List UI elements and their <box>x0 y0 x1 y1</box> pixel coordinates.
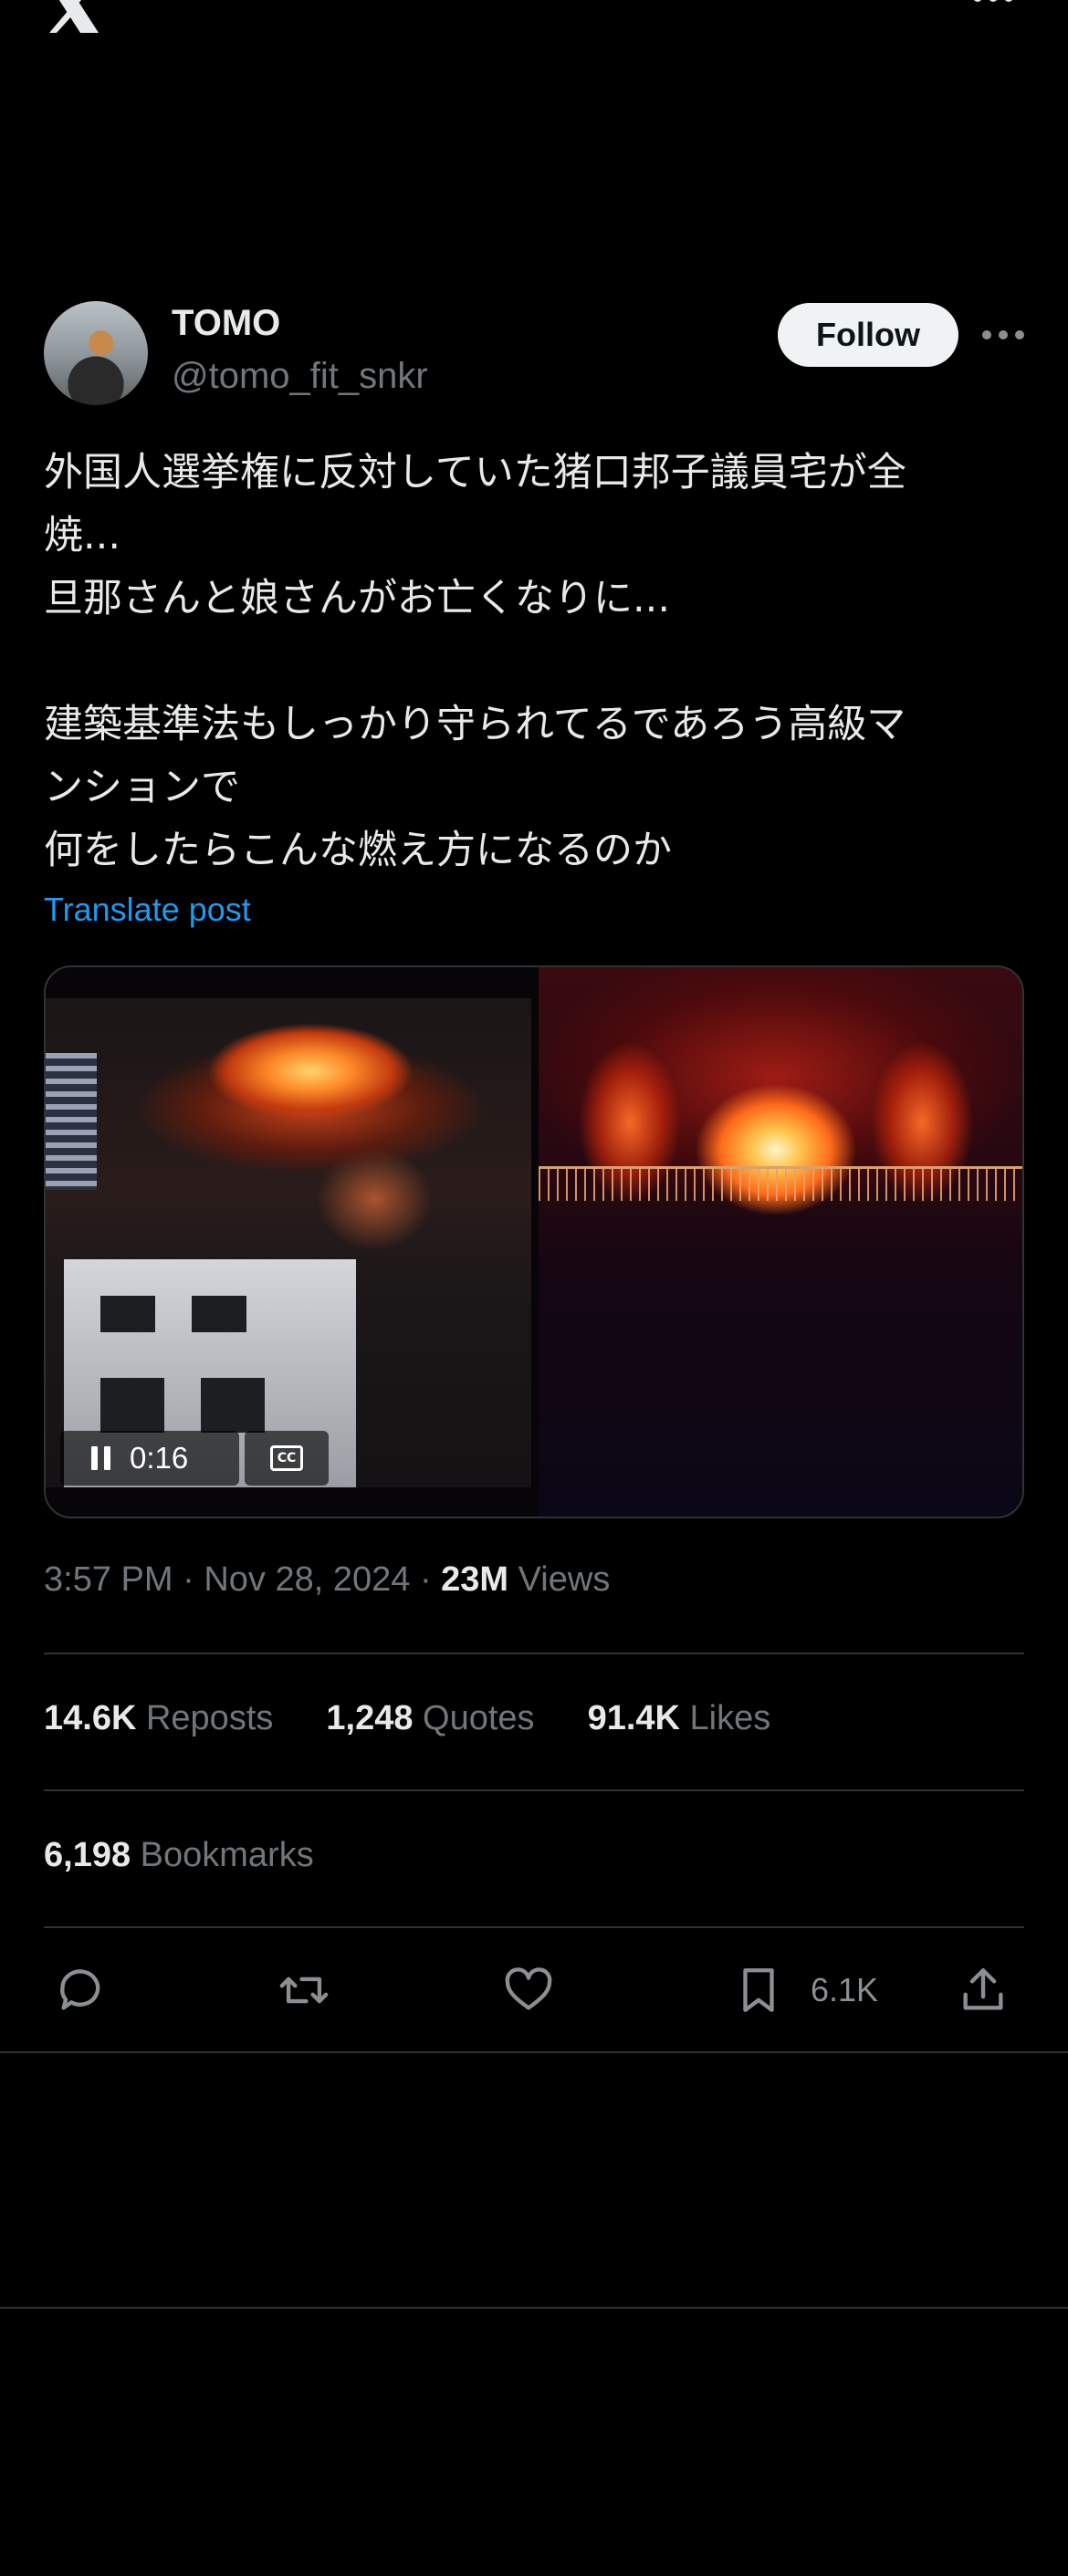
video-frame-right <box>539 967 1022 1517</box>
more-horizontal-icon[interactable] <box>973 0 1013 11</box>
bookmarks-stat[interactable]: 6,198 Bookmarks <box>44 1836 314 1875</box>
meta-separator: · <box>419 1560 432 1599</box>
cc-icon: CC <box>270 1445 303 1471</box>
post-body: 外国人選挙権に反対していた猪口邦子議員宅が全 焼... 旦那さんと娘さんがお亡く… <box>44 442 1030 882</box>
video-player[interactable]: 0:16 CC <box>44 965 1024 1518</box>
likes-stat[interactable]: 91.4K Likes <box>588 1699 771 1738</box>
top-bar <box>0 0 1068 55</box>
divider <box>0 2307 1068 2309</box>
translate-post-link[interactable]: Translate post <box>44 891 251 929</box>
post-body-line: 旦那さんと娘さんがお亡くなりに... <box>44 576 671 621</box>
meta-separator: · <box>183 1560 194 1599</box>
reply-icon <box>60 1969 100 2010</box>
avatar[interactable] <box>44 301 148 405</box>
author-name[interactable]: TOMO <box>172 303 280 344</box>
reply-button[interactable] <box>55 1958 108 2022</box>
post-time[interactable]: 3:57 PM <box>44 1560 173 1599</box>
captions-button[interactable]: CC <box>245 1431 329 1486</box>
author-handle[interactable]: @tomo_fit_snkr <box>172 356 428 397</box>
like-button[interactable] <box>502 1958 555 2022</box>
video-time: 0:16 <box>130 1441 189 1475</box>
repost-icon <box>279 1976 329 2004</box>
divider <box>44 1653 1024 1654</box>
post-body-line: 外国人選挙権に反対していた猪口邦子議員宅が全 <box>44 450 906 495</box>
divider <box>44 1926 1024 1928</box>
views-count: 23M <box>441 1560 509 1599</box>
post-body-line: 何をしたらこんな燃え方になるのか <box>44 828 672 873</box>
action-bar: 6.1K <box>44 1958 1024 2022</box>
post-meta: 3:57 PM · Nov 28, 2024 · 23M Views <box>44 1560 610 1600</box>
heart-icon <box>505 1967 552 2010</box>
share-icon <box>963 1968 1003 2010</box>
post-body-line: 焼... <box>44 513 121 558</box>
post-body-line <box>44 631 1030 694</box>
play-pause-control[interactable]: 0:16 <box>60 1431 239 1486</box>
post-body-line: 建築基準法もしっかり守られてるであろう高級マ <box>44 702 906 747</box>
post-stats: 14.6K Reposts 1,248 Quotes 91.4K Likes <box>44 1699 770 1738</box>
reposts-stat[interactable]: 14.6K Reposts <box>44 1699 273 1738</box>
video-controls: 0:16 CC <box>60 1431 356 1486</box>
divider <box>0 2051 1068 2053</box>
views-label: Views <box>518 1560 611 1599</box>
follow-button[interactable]: Follow <box>778 303 958 367</box>
post-date[interactable]: Nov 28, 2024 <box>204 1560 410 1599</box>
divider <box>44 1789 1024 1791</box>
video-frame-left <box>46 998 531 1487</box>
repost-button[interactable] <box>277 1958 330 2022</box>
x-logo-icon[interactable] <box>44 0 102 33</box>
bookmark-count: 6.1K <box>811 1971 879 2008</box>
pause-icon[interactable] <box>91 1446 111 1470</box>
bookmark-icon <box>743 1968 774 2012</box>
quotes-stat[interactable]: 1,248 Quotes <box>326 1699 534 1738</box>
bookmark-button[interactable]: 6.1K <box>732 1958 878 2022</box>
post-more-icon[interactable] <box>982 330 1024 341</box>
post-body-line: ンションで <box>44 765 240 810</box>
share-button[interactable] <box>957 1958 1010 2022</box>
